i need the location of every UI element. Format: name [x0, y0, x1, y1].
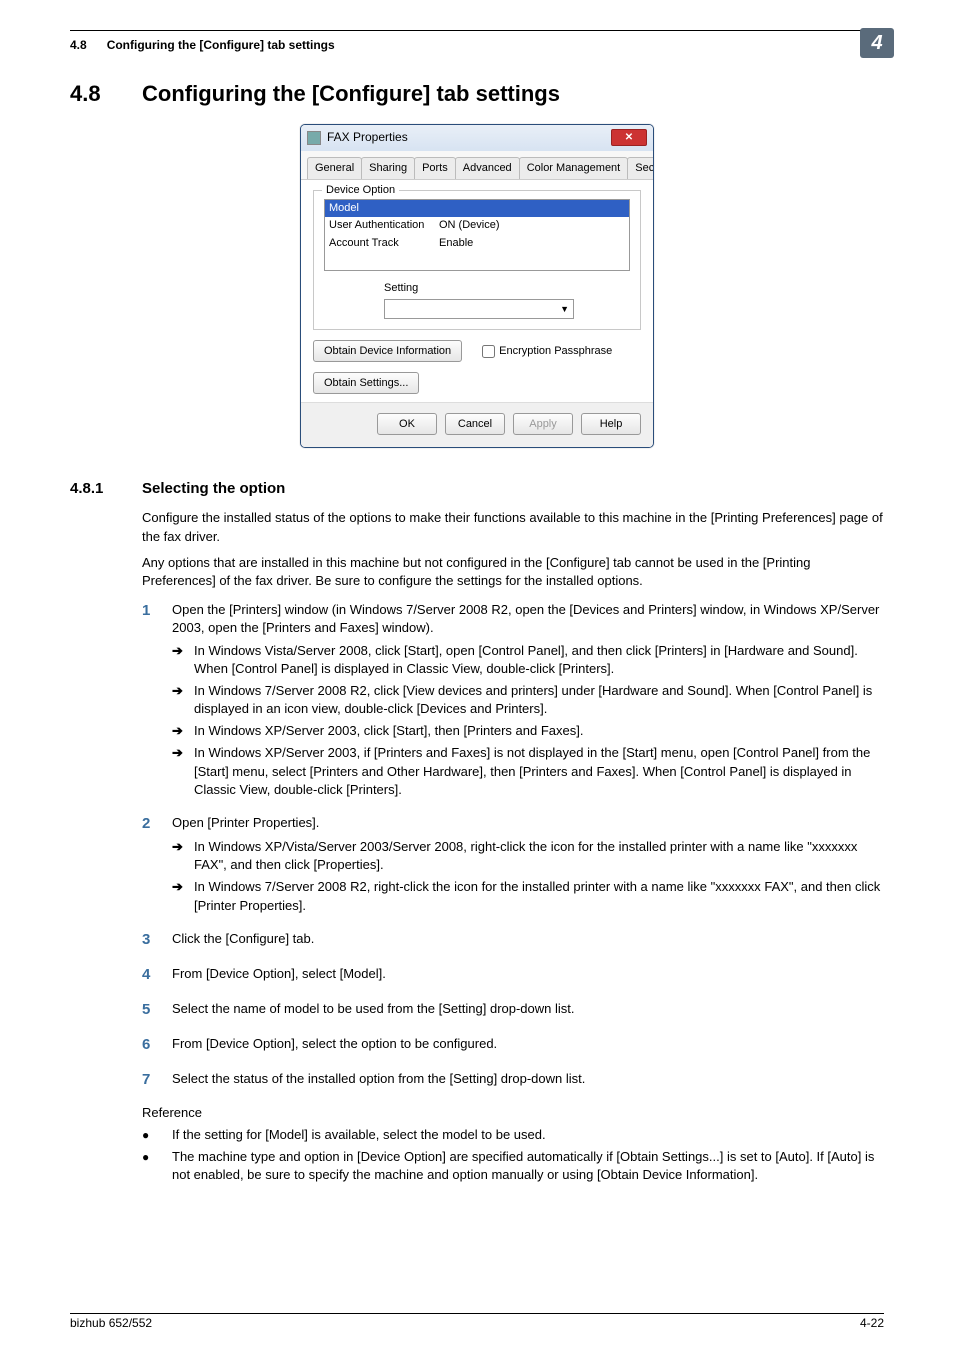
footer-rule	[70, 1313, 884, 1314]
obtain-settings-button[interactable]: Obtain Settings...	[313, 372, 419, 394]
dialog-actions: OK Cancel Apply Help	[301, 402, 653, 447]
help-button[interactable]: Help	[581, 413, 641, 435]
subsection-title: Selecting the option	[142, 478, 285, 499]
chevron-down-icon: ▼	[560, 303, 569, 316]
step-number: 6	[142, 1034, 172, 1055]
paragraph: Any options that are installed in this m…	[142, 554, 884, 590]
step-number: 7	[142, 1069, 172, 1090]
setting-dropdown[interactable]: ▼	[384, 299, 574, 319]
footer-left: bizhub 652/552	[70, 1315, 152, 1332]
sub-step-text: In Windows XP/Server 2003, if [Printers …	[194, 744, 884, 799]
sub-step-text: In Windows XP/Vista/Server 2003/Server 2…	[194, 838, 884, 874]
tab-strip: General Sharing Ports Advanced Color Man…	[301, 151, 653, 180]
encryption-passphrase-label: Encryption Passphrase	[499, 344, 612, 359]
encryption-passphrase-input[interactable]	[482, 345, 495, 358]
ok-button[interactable]: OK	[377, 413, 437, 435]
running-head: 4.8 Configuring the [Configure] tab sett…	[70, 37, 884, 54]
option-val: ON (Device)	[439, 218, 500, 233]
subsection-heading: 4.8.1 Selecting the option	[70, 478, 884, 499]
subsection-num: 4.8.1	[70, 478, 142, 499]
tab-ports[interactable]: Ports	[414, 157, 456, 179]
dialog-titlebar: FAX Properties ✕	[301, 125, 653, 151]
tab-color[interactable]: Color Management	[519, 157, 629, 179]
list-item[interactable]: Model	[325, 200, 629, 217]
step-text: Select the status of the installed optio…	[172, 1069, 585, 1088]
page-footer: bizhub 652/552 4-22	[70, 1315, 884, 1332]
step-text: From [Device Option], select the option …	[172, 1034, 497, 1053]
step-text: Select the name of model to be used from…	[172, 999, 575, 1018]
tab-advanced[interactable]: Advanced	[455, 157, 520, 179]
arrow-icon: ➔	[172, 642, 194, 678]
option-val: Enable	[439, 236, 473, 251]
option-key: User Authentication	[329, 218, 439, 233]
step-number: 4	[142, 964, 172, 985]
step-number: 1	[142, 600, 172, 621]
dialog-title: FAX Properties	[327, 129, 605, 146]
sub-step-text: In Windows 7/Server 2008 R2, click [View…	[194, 682, 884, 718]
sub-step-text: In Windows 7/Server 2008 R2, right-click…	[194, 878, 884, 914]
reference-label: Reference	[142, 1104, 884, 1122]
step-number: 2	[142, 813, 172, 834]
section-heading-text: Configuring the [Configure] tab settings	[142, 79, 560, 110]
reference-item: The machine type and option in [Device O…	[172, 1148, 884, 1184]
option-key: Account Track	[329, 236, 439, 251]
reference-item: If the setting for [Model] is available,…	[172, 1126, 546, 1144]
apply-button[interactable]: Apply	[513, 413, 573, 435]
step-text: Open the [Printers] window (in Windows 7…	[172, 600, 884, 637]
obtain-device-info-button[interactable]: Obtain Device Information	[313, 340, 462, 362]
device-option-list[interactable]: Model User Authentication ON (Device) Ac…	[324, 199, 630, 271]
reference-list: ●If the setting for [Model] is available…	[142, 1126, 884, 1185]
running-head-title: Configuring the [Configure] tab settings	[107, 37, 884, 54]
list-item[interactable]: Account Track Enable	[325, 235, 629, 252]
arrow-icon: ➔	[172, 744, 194, 799]
step-number: 3	[142, 929, 172, 950]
bullet-icon: ●	[142, 1148, 172, 1184]
device-option-legend: Device Option	[322, 183, 399, 198]
step-text: Open [Printer Properties].	[172, 813, 319, 832]
running-head-num: 4.8	[70, 37, 87, 54]
dialog-screenshot: FAX Properties ✕ General Sharing Ports A…	[300, 124, 654, 449]
sub-step-text: In Windows XP/Server 2003, click [Start]…	[194, 722, 583, 740]
arrow-icon: ➔	[172, 838, 194, 874]
sub-step-text: In Windows Vista/Server 2008, click [Sta…	[194, 642, 858, 678]
close-button[interactable]: ✕	[611, 129, 647, 146]
arrow-icon: ➔	[172, 878, 194, 914]
step-number: 5	[142, 999, 172, 1020]
arrow-icon: ➔	[172, 682, 194, 718]
arrow-icon: ➔	[172, 722, 194, 740]
steps-list: 1 Open the [Printers] window (in Windows…	[142, 600, 884, 1090]
setting-label: Setting	[384, 281, 630, 296]
cancel-button[interactable]: Cancel	[445, 413, 505, 435]
option-key: Model	[329, 201, 439, 216]
chapter-number: 4	[871, 29, 882, 57]
printer-icon	[307, 131, 321, 145]
chapter-corner-tab: 4	[860, 28, 894, 58]
step-text: From [Device Option], select [Model].	[172, 964, 386, 983]
header-rule	[70, 30, 884, 31]
section-heading-num: 4.8	[70, 79, 142, 110]
section-heading: 4.8 Configuring the [Configure] tab sett…	[70, 79, 884, 110]
step-text: Click the [Configure] tab.	[172, 929, 314, 948]
close-icon: ✕	[625, 131, 633, 145]
footer-right: 4-22	[860, 1315, 884, 1332]
paragraph: Configure the installed status of the op…	[142, 509, 884, 545]
encryption-passphrase-checkbox[interactable]: Encryption Passphrase	[482, 344, 612, 359]
tab-sharing[interactable]: Sharing	[361, 157, 415, 179]
bullet-icon: ●	[142, 1126, 172, 1144]
device-option-group: Device Option Model User Authentication …	[313, 190, 641, 330]
list-item[interactable]: User Authentication ON (Device)	[325, 217, 629, 234]
tab-general[interactable]: General	[307, 157, 362, 179]
tab-security[interactable]: Security	[627, 157, 654, 179]
